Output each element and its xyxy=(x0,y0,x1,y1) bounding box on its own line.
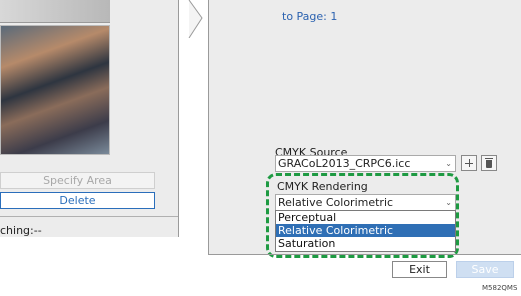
exit-button[interactable]: Exit xyxy=(392,261,447,278)
option-saturation[interactable]: Saturation xyxy=(276,237,455,250)
thumbnail-strip xyxy=(0,0,110,23)
panel-chevron-icon xyxy=(188,0,203,38)
figure-code: M582QMS xyxy=(482,284,518,292)
footer-divider xyxy=(208,254,521,255)
preview-image xyxy=(0,25,110,155)
save-button[interactable]: Save xyxy=(456,261,514,278)
to-page-label: to Page: 1 xyxy=(282,10,338,23)
matching-status: ching:-- xyxy=(0,224,42,237)
left-divider xyxy=(0,216,178,217)
option-perceptual[interactable]: Perceptual xyxy=(276,211,455,224)
add-icon[interactable] xyxy=(461,155,477,171)
chevron-down-icon: ⌄ xyxy=(445,159,452,168)
cmyk-rendering-dropdown: Perceptual Relative Colorimetric Saturat… xyxy=(275,210,456,252)
delete-button[interactable]: Delete xyxy=(0,192,155,209)
cmyk-rendering-label: CMYK Rendering xyxy=(277,180,368,193)
option-relative-colorimetric[interactable]: Relative Colorimetric xyxy=(276,224,455,237)
cmyk-rendering-value: Relative Colorimetric xyxy=(278,196,394,209)
specify-area-button[interactable]: Specify Area xyxy=(0,172,155,189)
chevron-down-icon: ⌄ xyxy=(445,198,452,207)
trash-icon[interactable] xyxy=(481,155,497,171)
cmyk-rendering-select[interactable]: Relative Colorimetric ⌄ xyxy=(275,194,456,211)
left-panel-border xyxy=(178,0,179,237)
cmyk-source-select[interactable]: GRACoL2013_CRPC6.icc ⌄ xyxy=(275,155,456,172)
cmyk-source-value: GRACoL2013_CRPC6.icc xyxy=(278,157,411,170)
